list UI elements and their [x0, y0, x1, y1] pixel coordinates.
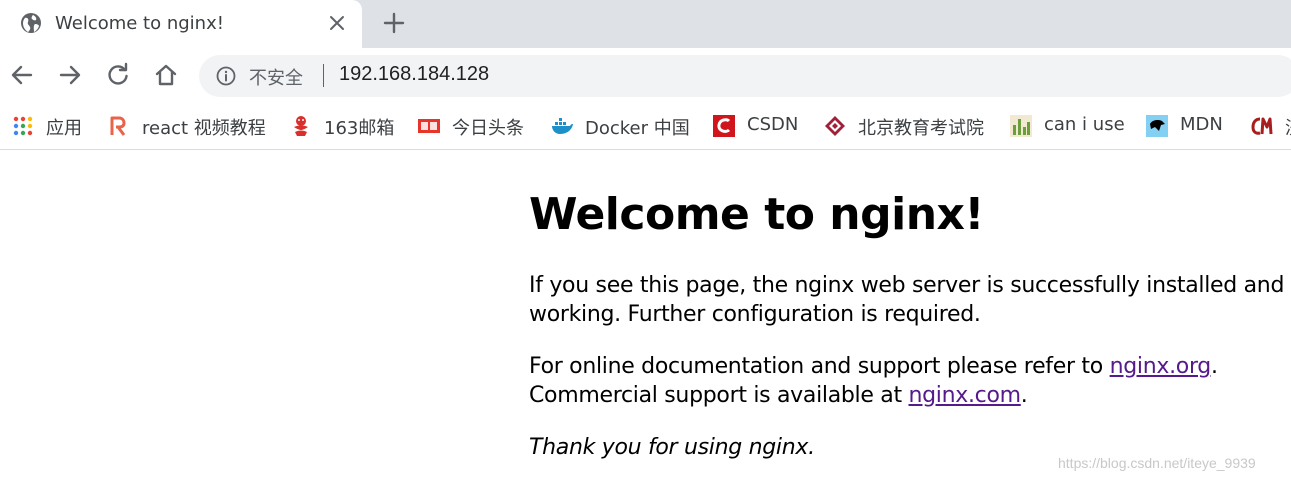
omnibox-separator — [323, 64, 324, 87]
docs-period: . — [1210, 354, 1218, 379]
page-heading: Welcome to nginx! — [529, 189, 984, 240]
apps-grid-icon — [13, 116, 33, 136]
commercial-period: . — [1020, 383, 1028, 408]
bookmark-label: 济 — [1285, 114, 1291, 140]
close-icon[interactable] — [326, 12, 348, 34]
not-secure-label[interactable]: 不安全 — [249, 64, 303, 90]
tab-active[interactable]: Welcome to nginx! — [0, 0, 362, 48]
tab-title: Welcome to nginx! — [55, 13, 224, 34]
bookmark-label: react 视频教程 — [142, 118, 266, 139]
address-bar[interactable]: 不安全 192.168.184.128 — [199, 55, 1291, 97]
info-icon[interactable] — [216, 66, 236, 86]
nginx-org-link[interactable]: nginx.org — [1110, 354, 1212, 379]
watermark: https://blog.csdn.net/iteye_9939 — [1058, 455, 1256, 471]
intro-paragraph: If you see this page, the nginx web serv… — [529, 273, 1285, 327]
mdn-icon — [1146, 115, 1168, 137]
reload-icon[interactable] — [104, 61, 132, 89]
caniuse-icon — [1010, 115, 1032, 137]
bookmark-label: Docker 中国 — [585, 118, 690, 139]
browser-toolbar: 不安全 192.168.184.128 — [0, 48, 1291, 104]
docker-whale-icon — [552, 118, 573, 134]
bookmark-label: CSDN — [747, 114, 799, 135]
bookmark-label: 北京教育考试院 — [858, 118, 984, 139]
forward-arrow-icon[interactable] — [56, 61, 84, 89]
globe-icon — [21, 13, 41, 33]
csdn-icon — [713, 115, 735, 137]
bookmark-label: can i use — [1044, 114, 1125, 135]
url-text[interactable]: 192.168.184.128 — [339, 63, 489, 86]
bjeea-icon — [825, 116, 845, 136]
bookmark-label: 今日头条 — [452, 118, 524, 139]
bookmark-label: 163邮箱 — [324, 118, 395, 139]
new-tab-plus-icon[interactable] — [381, 10, 407, 36]
toutiao-icon — [418, 119, 440, 133]
docs-paragraph: For online documentation and support ple… — [529, 352, 1291, 410]
nginx-com-link[interactable]: nginx.com — [909, 383, 1022, 408]
docs-text: For online documentation and support ple… — [529, 354, 1110, 379]
bookmarks-bar: 应用 react 视频教程 163邮箱 今日头条 Docker 中国 CSDN … — [0, 104, 1291, 150]
commercial-text: Commercial support is available at — [529, 383, 909, 408]
bookmark-label: 应用 — [46, 118, 82, 139]
back-arrow-icon[interactable] — [8, 61, 36, 89]
tab-strip: Welcome to nginx! — [0, 0, 1291, 48]
cm-icon — [1251, 117, 1273, 135]
bookmark-label: MDN — [1180, 114, 1223, 135]
react-r-icon — [110, 116, 126, 136]
163-mail-icon — [294, 116, 308, 136]
home-icon[interactable] — [152, 61, 180, 89]
page-content: Welcome to nginx! If you see this page, … — [529, 185, 1291, 462]
